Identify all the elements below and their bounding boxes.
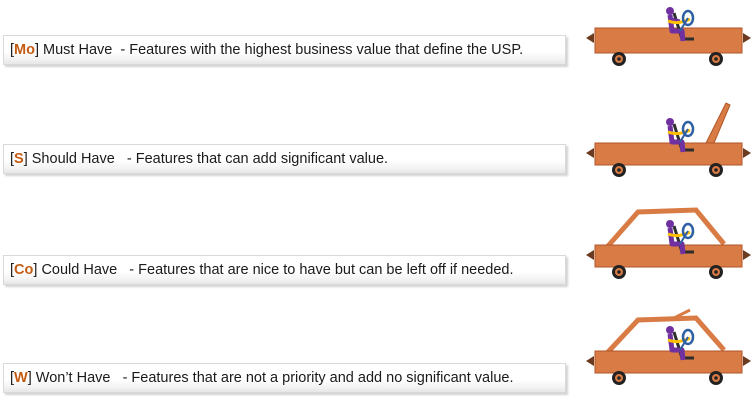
moscow-row-could: [Co] Could Have - Features that are nice…	[0, 200, 755, 300]
must-have-code: Mo	[14, 42, 35, 58]
moscow-row-must: [Mo] Must Have - Features with the highe…	[0, 0, 755, 100]
car-open-hood-icon	[586, 100, 751, 190]
should-have-description: - Features that can add significant valu…	[126, 151, 389, 167]
moscow-row-should: [S] Should Have - Features that can add …	[0, 100, 755, 200]
car-no-roof-icon	[586, 5, 751, 95]
must-have-name: Must Have	[43, 42, 113, 58]
moscow-row-wont: [W] Won’t Have - Features that are not a…	[0, 300, 755, 400]
could-have-code: Co	[14, 262, 34, 278]
wont-have-code: W	[14, 370, 28, 386]
should-have-name: Should Have	[31, 151, 115, 167]
wont-have-description: - Features that are not a priority and a…	[122, 370, 514, 386]
should-have-code: S	[14, 151, 24, 167]
must-have-label: [Mo] Must Have - Features with the highe…	[3, 35, 566, 65]
must-have-description: - Features with the highest business val…	[120, 42, 524, 58]
wont-have-label: [W] Won’t Have - Features that are not a…	[3, 363, 566, 393]
should-have-label: [S] Should Have - Features that can add …	[3, 144, 566, 174]
could-have-name: Could Have	[41, 262, 118, 278]
could-have-label: [Co] Could Have - Features that are nice…	[3, 255, 566, 285]
could-have-description: - Features that are nice to have but can…	[129, 262, 514, 278]
car-antenna-roof-icon	[586, 308, 751, 398]
wont-have-name: Won’t Have	[35, 370, 111, 386]
car-full-roof-icon	[586, 200, 751, 290]
